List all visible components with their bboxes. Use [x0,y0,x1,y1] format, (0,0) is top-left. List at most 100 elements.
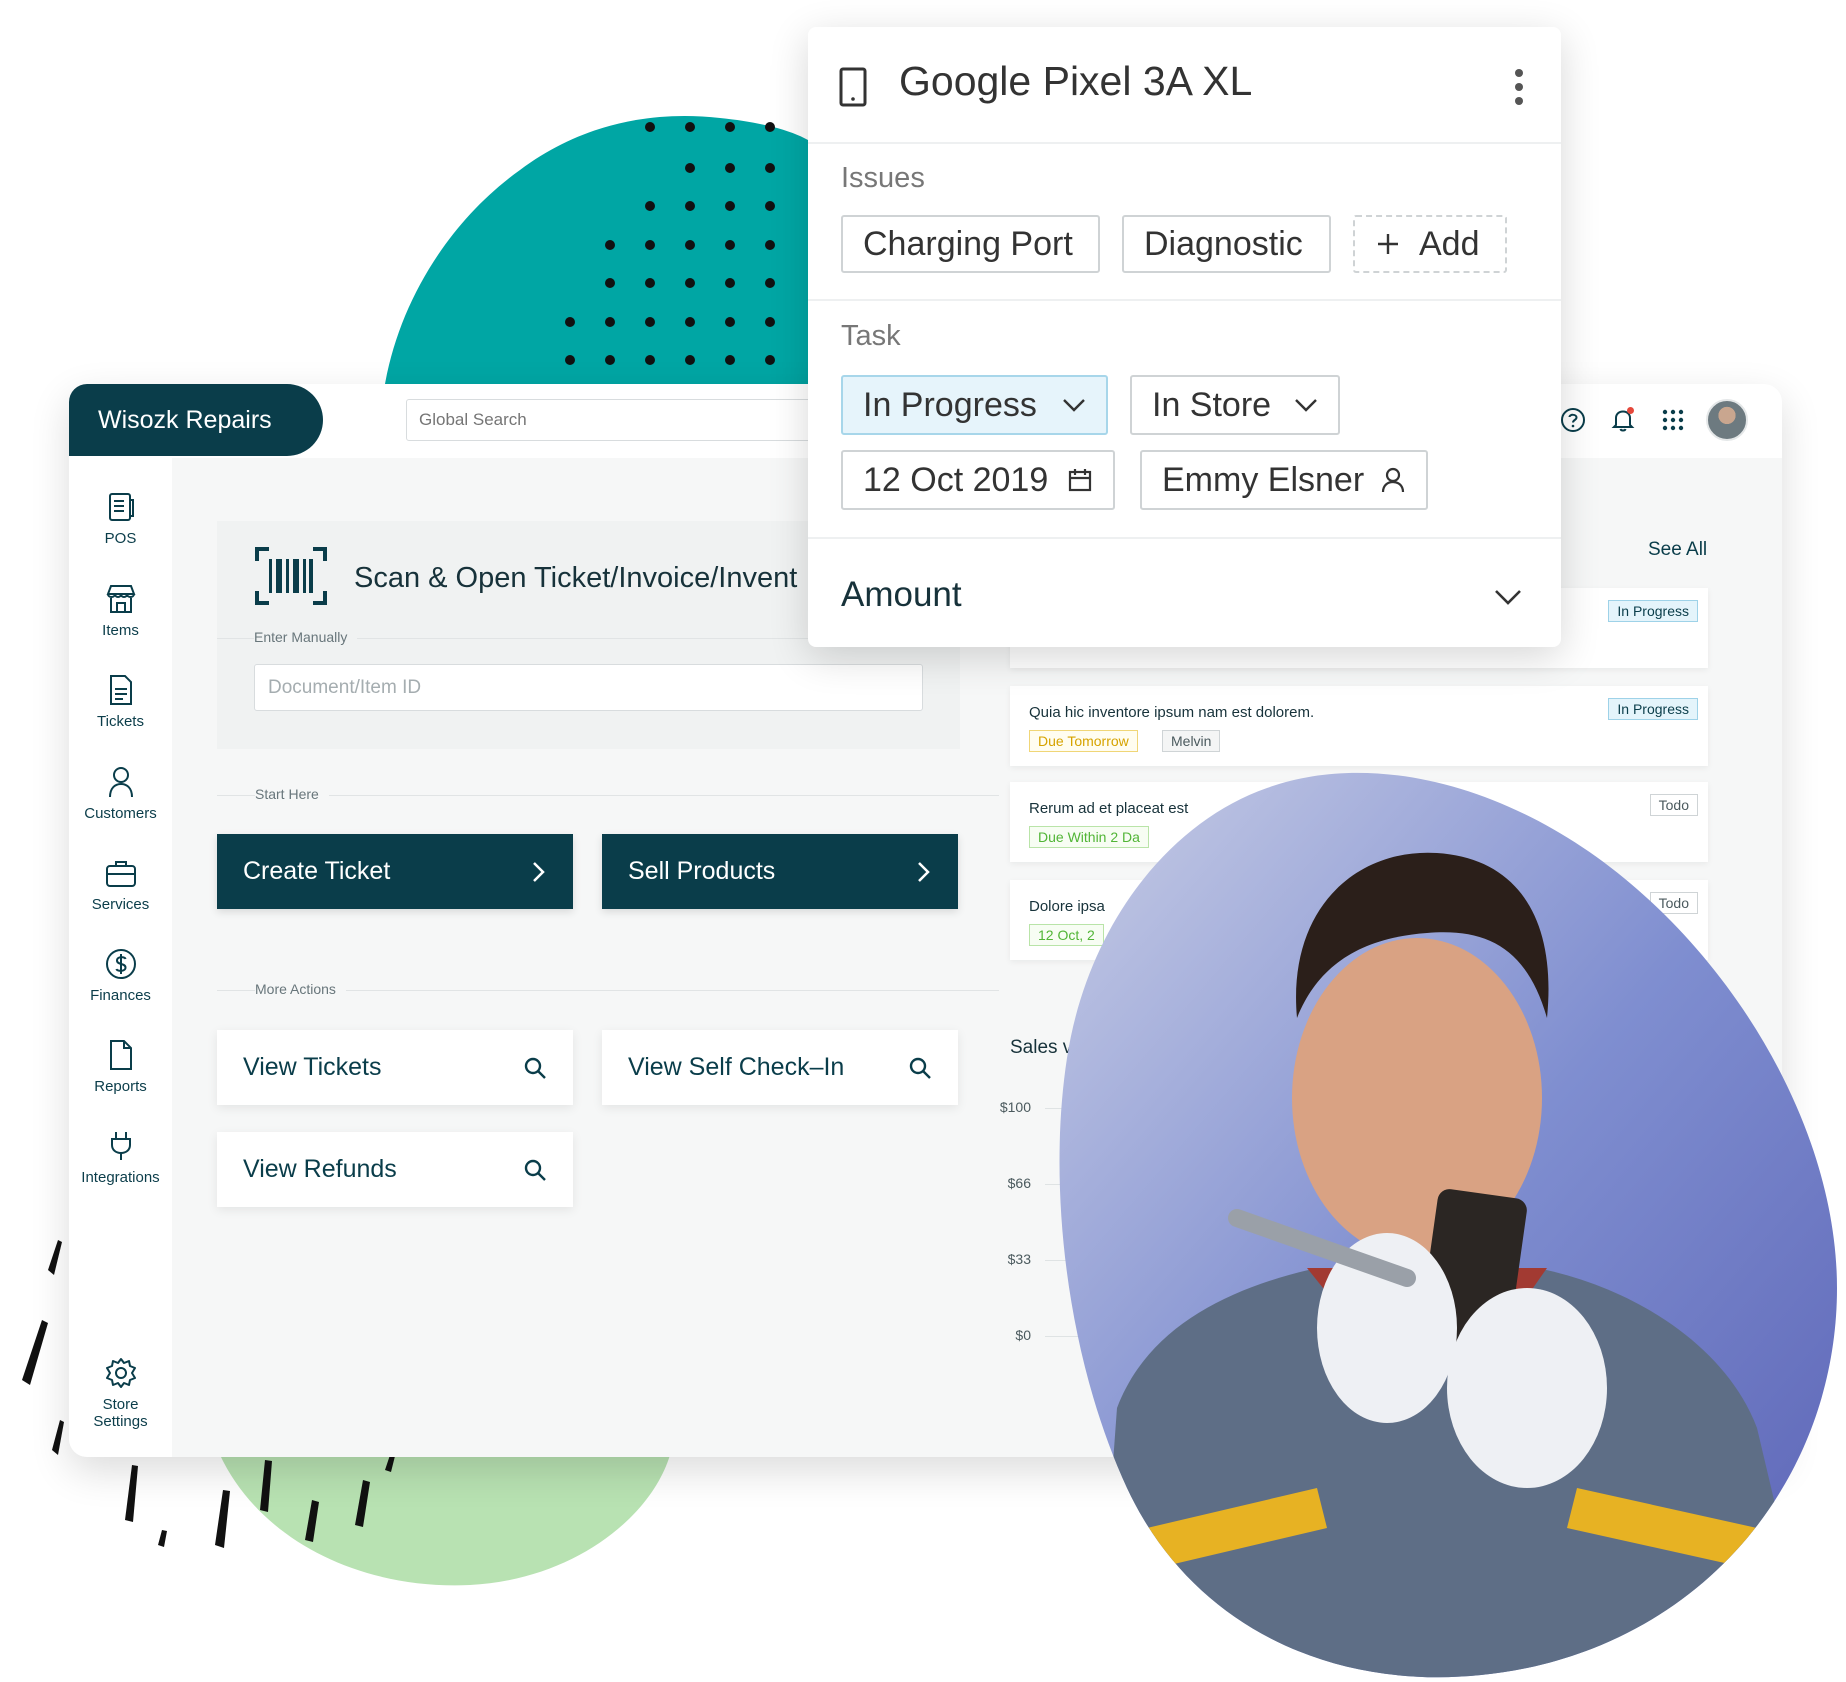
sidebar-item-label: Finances [90,987,151,1004]
divider [217,795,999,796]
location-select[interactable]: In Store [1130,375,1340,435]
assignee-badge: Melvin [1162,730,1221,752]
section-divider [808,537,1561,539]
view-refunds-label: View Refunds [243,1155,397,1183]
document-id-input[interactable]: Document/Item ID [254,664,923,711]
teal-blob [385,115,808,384]
device-title: Google Pixel 3A XL [899,58,1253,104]
chevron-down-icon[interactable] [1494,588,1522,606]
add-issue-button[interactable]: Add [1353,215,1507,273]
briefcase-icon [105,861,136,887]
device-popup: Google Pixel 3A XL Issues Charging Port … [808,27,1561,647]
global-search-input[interactable] [406,399,866,441]
view-refunds-button[interactable]: View Refunds [217,1132,573,1207]
see-all-link[interactable]: See All [1648,539,1707,561]
person-icon [1381,467,1405,493]
section-divider [808,142,1561,144]
chevron-right-icon [918,861,930,882]
search-icon [909,1057,931,1079]
technician-photo [1059,772,1837,1678]
date-field[interactable]: 12 Oct 2019 [841,450,1115,510]
assignee-value: Emmy Elsner [1162,460,1365,499]
dollar-icon [105,949,136,979]
scan-title: Scan & Open Ticket/Invoice/Invent [354,562,798,594]
sidebar-item-label: Services [91,896,150,913]
brand-logo[interactable]: Wisozk Repairs [69,384,323,456]
sidebar-item-integrations[interactable]: Integrations [69,1129,172,1186]
sidebar-item-customers[interactable]: Customers [69,765,172,822]
pos-icon [108,493,134,521]
y-tick-label: $66 [1007,1175,1031,1191]
avatar[interactable] [1706,399,1748,441]
start-here-label: Start Here [255,786,329,802]
manual-label: Enter Manually [254,629,358,645]
store-icon [106,585,135,613]
barcode-icon [255,547,327,605]
status-select[interactable]: In Progress [841,375,1108,435]
sidebar-item-items[interactable]: Items [69,582,172,639]
sell-products-button[interactable]: Sell Products [602,834,958,909]
gear-icon [105,1358,136,1388]
create-ticket-button[interactable]: Create Ticket [217,834,573,909]
create-ticket-label: Create Ticket [243,857,391,885]
calendar-icon [1068,469,1092,492]
more-actions-label: More Actions [255,981,346,997]
top-icons [1556,399,1748,441]
chevron-right-icon [533,861,545,882]
section-divider [808,299,1561,301]
date-value: 12 Oct 2019 [863,460,1049,499]
search-icon [524,1159,546,1181]
sidebar-item-label: Items [102,622,139,639]
assignee-field[interactable]: Emmy Elsner [1140,450,1428,510]
sidebar-item-label: Integrations [81,1169,160,1186]
sidebar-item-services[interactable]: Services [69,856,172,913]
sidebar: POS Items Tickets Customers Services Fin… [69,458,172,1457]
apps-grid-icon[interactable] [1656,403,1690,437]
search-icon [524,1057,546,1079]
help-icon[interactable] [1556,403,1590,437]
task-label: Task [841,320,901,352]
sidebar-item-label: POS [104,530,137,547]
task-title: Quia hic inventore ipsum nam est dolorem… [1029,704,1315,721]
sidebar-settings-label-1: Store [102,1396,139,1413]
sidebar-item-label: Customers [84,805,157,822]
y-tick-label: $100 [999,1099,1031,1115]
ticket-icon [109,675,132,705]
add-label: Add [1419,224,1480,263]
sidebar-item-reports[interactable]: Reports [69,1038,172,1095]
y-tick-label: $0 [1015,1327,1031,1343]
sidebar-item-tickets[interactable]: Tickets [69,673,172,730]
location-value: In Store [1152,385,1272,424]
issue-chip[interactable]: Charging Port [841,215,1100,273]
view-tickets-button[interactable]: View Tickets [217,1030,573,1105]
green-blob [220,1455,670,1586]
bell-icon[interactable] [1606,403,1640,437]
chevron-down-icon [1063,399,1085,412]
due-badge: Due Tomorrow [1029,730,1138,752]
plug-icon [110,1132,131,1160]
view-self-checkin-label: View Self Check–In [628,1053,845,1081]
more-vert-icon[interactable] [1514,67,1524,107]
sidebar-item-label: Reports [94,1078,147,1095]
status-badge: In Progress [1608,698,1698,720]
sidebar-settings-label-2: Settings [93,1413,148,1430]
sell-products-label: Sell Products [628,857,776,885]
plus-icon [1378,234,1398,254]
sidebar-item-store-settings[interactable]: Store Settings [69,1356,172,1430]
status-badge: In Progress [1608,600,1698,622]
notification-dot [1627,407,1634,414]
chevron-down-icon [1295,399,1317,412]
file-icon [109,1040,132,1070]
sidebar-item-finances[interactable]: Finances [69,947,172,1004]
view-self-checkin-button[interactable]: View Self Check–In [602,1030,958,1105]
view-tickets-label: View Tickets [243,1053,382,1081]
sidebar-item-pos[interactable]: POS [69,490,172,547]
y-tick-label: $33 [1007,1251,1031,1267]
status-value: In Progress [863,385,1037,424]
issues-label: Issues [841,162,925,194]
sidebar-item-label: Tickets [97,713,144,730]
issue-chip[interactable]: Diagnostic [1122,215,1331,273]
amount-label: Amount [841,575,962,614]
person-icon [108,767,133,798]
task-card[interactable]: Quia hic inventore ipsum nam est dolorem… [1010,686,1708,766]
